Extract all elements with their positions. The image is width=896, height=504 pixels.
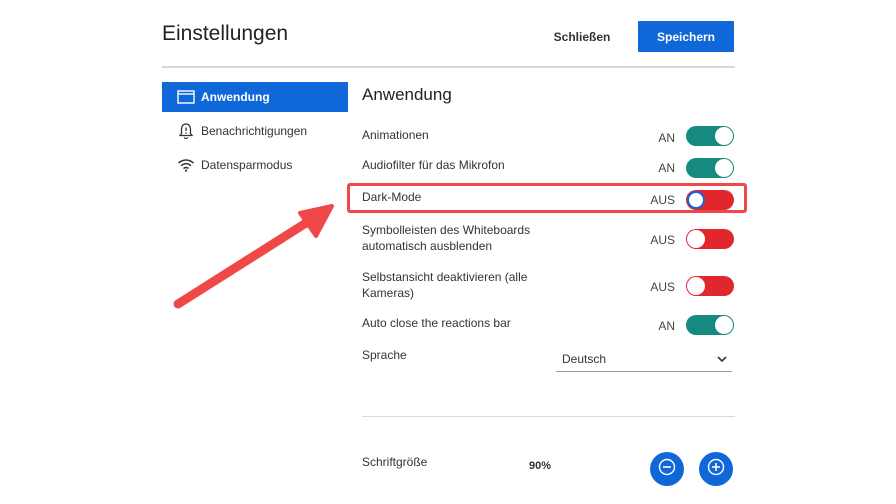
minus-circle-icon (658, 458, 676, 481)
animationen-toggle[interactable] (686, 126, 734, 146)
section-title: Anwendung (362, 85, 452, 104)
language-select[interactable]: Deutsch (556, 349, 732, 372)
setting-state: AUS (650, 233, 675, 247)
sidebar-item-benachrichtigungen[interactable]: Benachrichtigungen (162, 116, 348, 146)
setting-label-symbolleisten: Symbolleisten des Whiteboards automatisc… (362, 223, 531, 253)
sidebar-item-label: Datensparmodus (201, 158, 293, 172)
toggle-knob (687, 277, 705, 295)
setting-label-animationen: Animationen (362, 128, 429, 142)
save-button[interactable]: Speichern (638, 21, 734, 52)
language-label: Sprache (362, 348, 407, 362)
symbolleisten-toggle[interactable] (686, 229, 734, 249)
sidebar-item-label: Benachrichtigungen (201, 124, 308, 138)
toggle-knob (715, 316, 733, 334)
sidebar-item-datensparmodus[interactable]: Datensparmodus (162, 150, 348, 180)
increase-font-button[interactable] (699, 452, 733, 486)
toggle-knob (687, 230, 705, 248)
language-value: Deutsch (562, 352, 607, 366)
wifi-icon (175, 156, 197, 174)
close-button[interactable]: Schließen (548, 24, 616, 50)
window-icon (175, 88, 197, 106)
toggle-knob (715, 159, 733, 177)
font-size-value: 90% (529, 460, 552, 472)
auto-close-toggle[interactable] (686, 315, 734, 335)
page-title: Einstellungen (162, 22, 289, 45)
setting-label-audiofilter: Audiofilter für das Mikrofon (362, 158, 505, 172)
chevron-down-icon (716, 353, 728, 367)
annotation-highlight-box (347, 183, 747, 213)
sidebar-item-label: Anwendung (201, 90, 270, 104)
plus-circle-icon (707, 458, 725, 481)
setting-state: AUS (650, 280, 675, 294)
setting-label-auto-close: Auto close the reactions bar (362, 316, 511, 330)
selbstansicht-toggle[interactable] (686, 276, 734, 296)
bell-icon (175, 122, 197, 140)
header-divider (162, 66, 735, 68)
setting-label-selbstansicht: Selbstansicht deaktivieren (alle Kameras… (362, 270, 528, 300)
setting-state: AN (658, 161, 675, 175)
decrease-font-button[interactable] (650, 452, 684, 486)
section-divider (362, 416, 735, 417)
audiofilter-toggle[interactable] (686, 158, 734, 178)
setting-state: AN (658, 319, 675, 333)
sidebar-item-anwendung[interactable]: Anwendung (162, 82, 348, 112)
font-size-label: Schriftgröße (362, 455, 428, 469)
toggle-knob (715, 127, 733, 145)
setting-state: AN (658, 131, 675, 145)
